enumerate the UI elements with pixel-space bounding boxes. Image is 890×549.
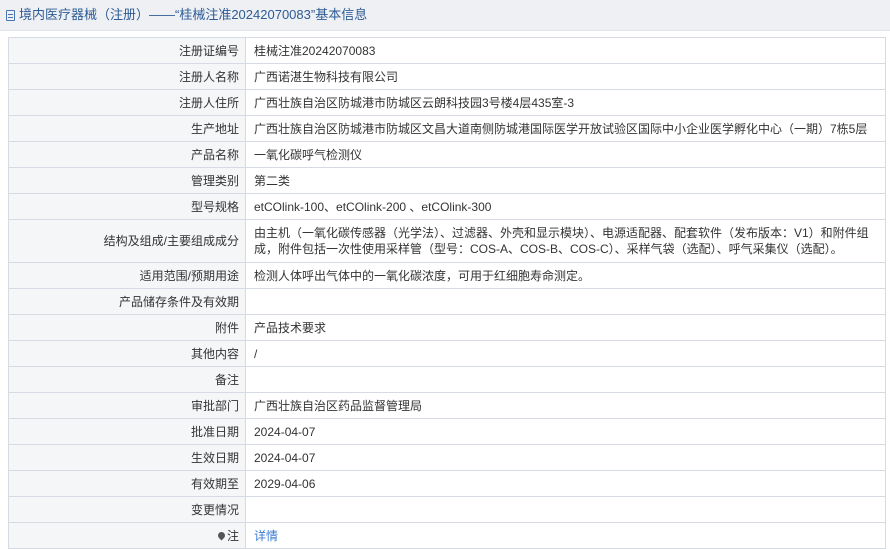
table-row: 生产地址 广西壮族自治区防城港市防城区文昌大道南侧防城港国际医学开放试验区国际中…	[8, 115, 886, 142]
row-value: 2024-04-07	[245, 418, 886, 445]
row-value	[245, 366, 886, 393]
row-value: 2029-04-06	[245, 470, 886, 497]
row-label: 适用范围/预期用途	[8, 262, 246, 289]
row-label: 生产地址	[8, 115, 246, 142]
row-value: 桂械注准20242070083	[245, 37, 886, 64]
row-value: 一氧化碳呼气检测仪	[245, 141, 886, 168]
row-label: 其他内容	[8, 340, 246, 367]
table-row: 变更情况	[8, 496, 886, 523]
note-value-cell: 详情	[245, 522, 886, 549]
detail-link[interactable]: 详情	[254, 529, 278, 543]
row-value	[245, 288, 886, 315]
table-row: 其他内容 /	[8, 340, 886, 367]
row-label: 有效期至	[8, 470, 246, 497]
row-label: 备注	[8, 366, 246, 393]
table-row: 适用范围/预期用途 检测人体呼出气体中的一氧化碳浓度，可用于红细胞寿命测定。	[8, 262, 886, 289]
table-row: 产品储存条件及有效期	[8, 288, 886, 315]
table-row-note: 注 详情	[8, 522, 886, 549]
row-label: 产品储存条件及有效期	[8, 288, 246, 315]
table-row: 附件 产品技术要求	[8, 314, 886, 341]
row-label: 附件	[8, 314, 246, 341]
row-value: etCOlink-100、etCOlink-200 、etCOlink-300	[245, 193, 886, 220]
row-value: 检测人体呼出气体中的一氧化碳浓度，可用于红细胞寿命测定。	[245, 262, 886, 289]
table-row: 批准日期 2024-04-07	[8, 418, 886, 445]
row-value	[245, 496, 886, 523]
row-value: 广西壮族自治区药品监督管理局	[245, 392, 886, 419]
row-value: /	[245, 340, 886, 367]
row-label: 生效日期	[8, 444, 246, 471]
row-label: 变更情况	[8, 496, 246, 523]
row-label: 结构及组成/主要组成成分	[8, 219, 246, 263]
table-row: 管理类别 第二类	[8, 167, 886, 194]
table-row: 审批部门 广西壮族自治区药品监督管理局	[8, 392, 886, 419]
table-row: 产品名称 一氧化碳呼气检测仪	[8, 141, 886, 168]
row-value: 广西诺湛生物科技有限公司	[245, 63, 886, 90]
table-row: 结构及组成/主要组成成分 由主机（一氧化碳传感器（光学法）、过滤器、外壳和显示模…	[8, 219, 886, 263]
note-label-cell: 注	[8, 522, 246, 549]
row-label: 管理类别	[8, 167, 246, 194]
table-row: 注册人名称 广西诺湛生物科技有限公司	[8, 63, 886, 90]
device-info-table: 注册证编号 桂械注准20242070083 注册人名称 广西诺湛生物科技有限公司…	[8, 37, 886, 549]
table-row: 生效日期 2024-04-07	[8, 444, 886, 471]
row-value: 广西壮族自治区防城港市防城区文昌大道南侧防城港国际医学开放试验区国际中小企业医学…	[245, 115, 886, 142]
table-row: 备注	[8, 366, 886, 393]
row-label: 型号规格	[8, 193, 246, 220]
page-title-bar: 境内医疗器械（注册）——“桂械注准20242070083”基本信息	[0, 0, 890, 31]
document-icon	[6, 9, 15, 21]
note-label: 注	[226, 528, 239, 543]
row-value: 2024-04-07	[245, 444, 886, 471]
table-row: 型号规格 etCOlink-100、etCOlink-200 、etCOlink…	[8, 193, 886, 220]
table-row: 注册证编号 桂械注准20242070083	[8, 37, 886, 64]
row-label: 产品名称	[8, 141, 246, 168]
row-label: 注册证编号	[8, 37, 246, 64]
row-value: 第二类	[245, 167, 886, 194]
page-title: 境内医疗器械（注册）——“桂械注准20242070083”基本信息	[19, 7, 368, 22]
row-label: 注册人名称	[8, 63, 246, 90]
table-row: 有效期至 2029-04-06	[8, 470, 886, 497]
table-row: 注册人住所 广西壮族自治区防城港市防城区云朗科技园3号楼4层435室-3	[8, 89, 886, 116]
row-label: 批准日期	[8, 418, 246, 445]
row-value: 由主机（一氧化碳传感器（光学法）、过滤器、外壳和显示模块）、电源适配器、配套软件…	[245, 219, 886, 263]
row-label: 注册人住所	[8, 89, 246, 116]
map-pin-icon	[216, 530, 227, 540]
row-value: 广西壮族自治区防城港市防城区云朗科技园3号楼4层435室-3	[245, 89, 886, 116]
row-value: 产品技术要求	[245, 314, 886, 341]
row-label: 审批部门	[8, 392, 246, 419]
